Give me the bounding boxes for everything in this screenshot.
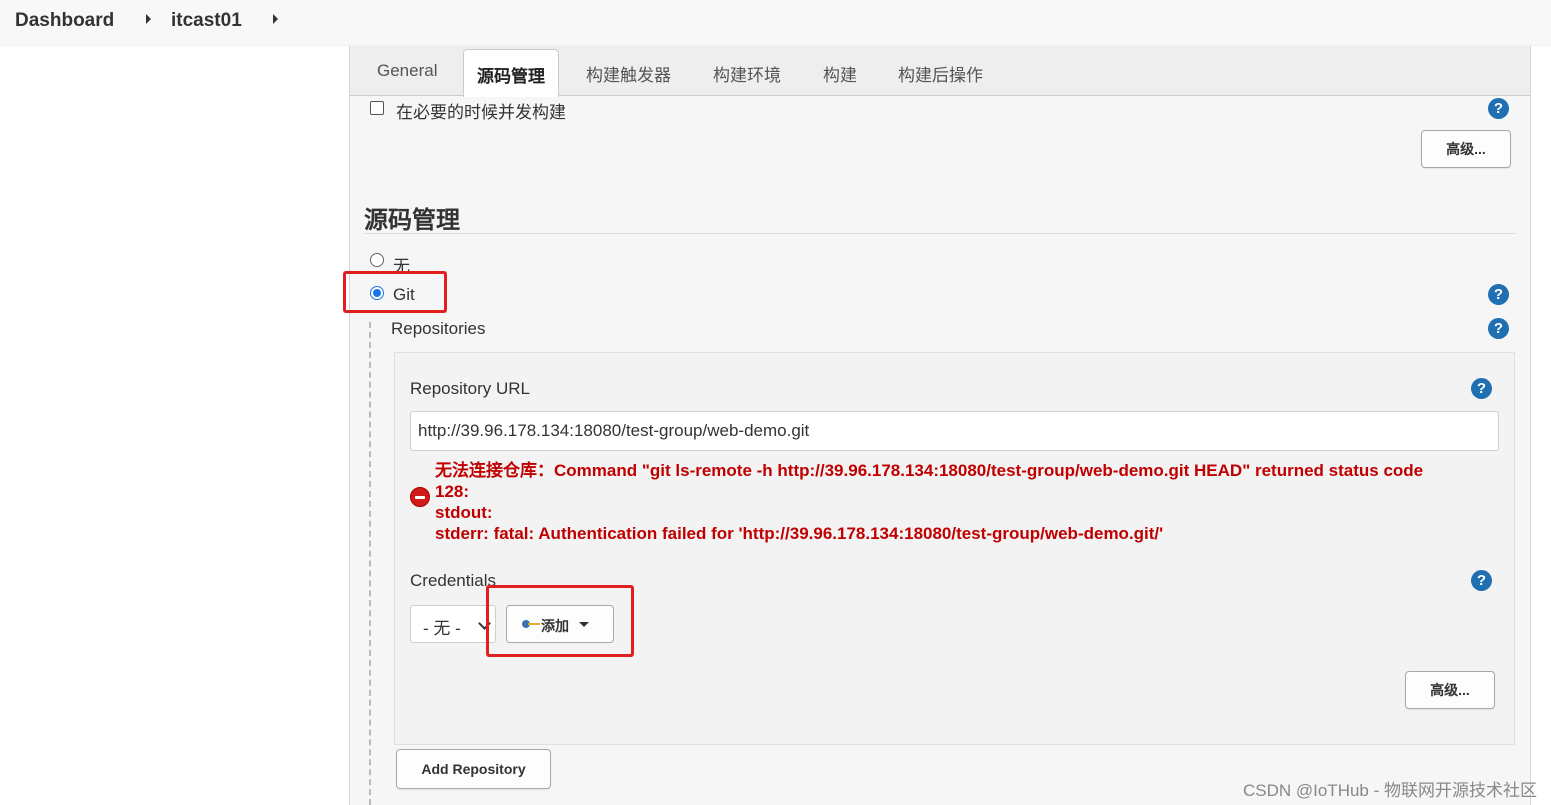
credentials-label: Credentials	[410, 571, 496, 590]
help-icon[interactable]: ?	[1471, 570, 1492, 591]
help-icon[interactable]: ?	[1488, 284, 1509, 305]
tab-post-build-actions[interactable]: 构建后操作	[898, 61, 983, 86]
highlight-box	[486, 585, 634, 657]
repositories-label: Repositories	[391, 319, 486, 338]
caret-right-icon[interactable]	[273, 14, 278, 24]
credentials-select-value: - 无 -	[423, 619, 461, 638]
error-icon	[410, 487, 430, 507]
error-line: stderr: fatal: Authentication failed for…	[435, 524, 1164, 543]
breadcrumb-dashboard[interactable]: Dashboard	[15, 10, 114, 32]
breadcrumb-job[interactable]: itcast01	[171, 10, 242, 32]
concurrent-build-label: 在必要的时候并发构建	[396, 103, 566, 122]
breadcrumb: Dashboard itcast01	[0, 0, 1551, 46]
tab-source-code-management[interactable]: 源码管理	[463, 49, 559, 97]
repository-advanced-button[interactable]: 高级...	[1405, 671, 1495, 709]
highlight-box	[343, 271, 447, 313]
repository-url-label: Repository URL	[410, 379, 530, 398]
repository-box: Repository URL ? http://39.96.178.134:18…	[394, 352, 1515, 745]
repository-url-input[interactable]: http://39.96.178.134:18080/test-group/we…	[410, 411, 1499, 451]
error-line: 无法连接仓库：Command "git ls-remote -h http://…	[435, 461, 1424, 480]
tab-build-triggers[interactable]: 构建触发器	[586, 61, 671, 86]
scm-none-radio[interactable]	[370, 253, 384, 267]
tab-build-environment[interactable]: 构建环境	[713, 61, 781, 86]
tab-bar: General 源码管理 构建触发器 构建环境 构建 构建后操作	[350, 46, 1530, 97]
error-line: 128:	[435, 482, 470, 501]
config-panel: General 源码管理 构建触发器 构建环境 构建 构建后操作 在必要的时候并…	[349, 46, 1531, 805]
error-message: 无法连接仓库：Command "git ls-remote -h http://…	[435, 460, 1485, 544]
tab-build[interactable]: 构建	[823, 61, 857, 86]
advanced-button[interactable]: 高级...	[1421, 130, 1511, 168]
error-line: stdout:	[435, 503, 493, 522]
credentials-select[interactable]: - 无 -	[410, 605, 496, 643]
help-icon[interactable]: ?	[1471, 378, 1492, 399]
help-icon[interactable]: ?	[1488, 98, 1509, 119]
git-options-guide	[369, 322, 371, 805]
help-icon[interactable]: ?	[1488, 318, 1509, 339]
watermark: CSDN @IoTHub - 物联网开源技术社区	[1242, 781, 1537, 800]
page-title: 源码管理	[364, 207, 460, 234]
divider	[364, 233, 1516, 234]
add-repository-button[interactable]: Add Repository	[396, 749, 551, 789]
concurrent-build-checkbox[interactable]	[370, 101, 384, 115]
caret-right-icon[interactable]	[146, 14, 151, 24]
tab-general[interactable]: General	[377, 61, 437, 81]
